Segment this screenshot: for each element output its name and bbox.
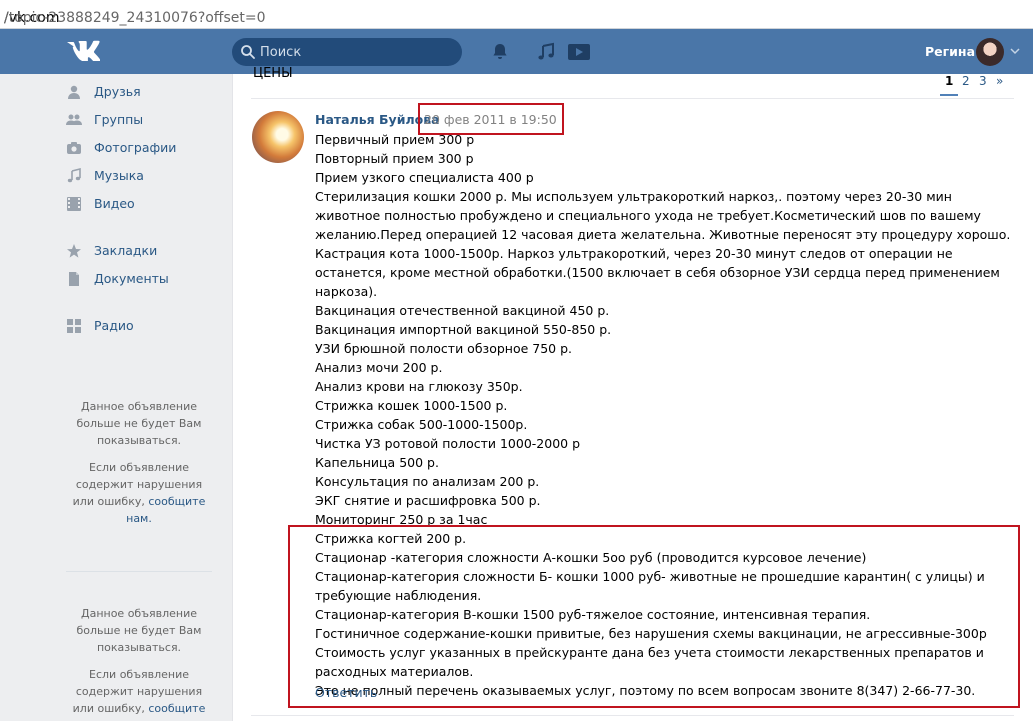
friends-icon <box>68 85 80 99</box>
post-line: УЗИ брюшной полости обзорное 750 р. <box>315 341 572 356</box>
post-date-link[interactable]: 20 фев 2011 в 19:50 <box>424 112 557 127</box>
bell-icon[interactable] <box>490 42 510 62</box>
post-line: Стационар -категория сложности А-кошки 5… <box>315 550 867 565</box>
post-line: Стрижка когтей 200 р. <box>315 531 467 546</box>
post-line: Стоимость услуг указанных в прейскуранте… <box>315 645 984 679</box>
reply-link[interactable]: Ответить <box>315 685 377 700</box>
left-sidebar: Друзья Группы Фотографии Музыка Видео За… <box>0 74 232 721</box>
post-line: Вакцинация импортной вакциной 550-850 р. <box>315 322 612 337</box>
vk-logo-icon[interactable] <box>66 39 100 61</box>
search-input[interactable] <box>260 42 450 62</box>
groups-icon <box>66 114 82 125</box>
active-page-underline <box>940 94 958 96</box>
post-line: Повторный прием 300 р <box>315 151 474 166</box>
site-header: Регина <box>0 29 1033 74</box>
report-link[interactable]: сообщите <box>148 702 205 715</box>
sidebar-divider <box>66 571 212 572</box>
post-line: Мониторинг 250 р за 1час <box>315 512 488 527</box>
post-line: Стрижка кошек 1000-1500 р. <box>315 398 508 413</box>
topic-title: ЦЕНЫ <box>253 66 293 81</box>
post-line: Кастрация кота 1000-1500р. Наркоз ультра… <box>315 246 1000 299</box>
post-line: Чистка УЗ ротовой полости 1000-2000 р <box>315 436 581 451</box>
topic-content: ЦЕНЫ 1 2 3 » Наталья Буйлова 20 фев 2011… <box>232 66 1033 721</box>
user-avatar <box>976 38 1004 66</box>
post-line: Стационар-категория В-кошки 1500 руб-тяж… <box>315 607 871 622</box>
ad-block: Данное объявление больше не будет Вам по… <box>72 400 206 525</box>
radio-icon <box>67 319 81 333</box>
camera-icon <box>67 142 81 154</box>
search-icon <box>241 45 255 59</box>
post-line: Это не полный перечень оказываемых услуг… <box>315 683 976 698</box>
post-line: Консультация по анализам 200 р. <box>315 474 540 489</box>
star-icon <box>67 244 81 258</box>
post-line: Стационар-категория сложности Б- кошки 1… <box>315 569 985 603</box>
post-line: ЭКГ снятие и расшифровка 500 р. <box>315 493 541 508</box>
page-link-3[interactable]: 3 <box>979 74 987 88</box>
ad-block: Данное объявление больше не будет Вам по… <box>72 607 206 715</box>
document-icon <box>69 272 79 286</box>
browser-url-bar[interactable]: /vk.com/topic-23888249_24310076?offset=0 <box>0 0 1033 29</box>
author-avatar[interactable] <box>252 111 304 163</box>
page-link-2[interactable]: 2 <box>962 74 970 88</box>
play-video-icon[interactable] <box>567 42 591 62</box>
music-note-icon[interactable] <box>536 42 556 62</box>
post-line: Стрижка собак 500-1000-1500р. <box>315 417 528 432</box>
post-line: Первичный прием 300 р <box>315 132 475 147</box>
post-text: Первичный прием 300 р Повторный прием 30… <box>315 130 1015 700</box>
post-line: Гостиничное содержание-кошки привитые, б… <box>315 626 987 641</box>
page-link-1[interactable]: 1 <box>945 74 953 88</box>
video-icon <box>67 197 81 211</box>
post-author-link[interactable]: Наталья Буйлова <box>315 112 440 127</box>
post-line: Анализ мочи 200 р. <box>315 360 443 375</box>
page-link-next[interactable]: » <box>996 74 1003 88</box>
post-line: Капельница 500 р. <box>315 455 439 470</box>
chevron-down-icon <box>1010 48 1020 55</box>
post-line: Анализ крови на глюкозу 350р. <box>315 379 523 394</box>
post-line: Вакцинация отечественной вакциной 450 р. <box>315 303 610 318</box>
separator <box>251 98 1014 99</box>
post-line: Прием узкого специалиста 400 р <box>315 170 534 185</box>
music-icon <box>67 168 81 183</box>
separator <box>251 715 1014 716</box>
search-box[interactable] <box>232 38 462 66</box>
user-name: Регина <box>925 44 975 59</box>
post-line: Стерилизация кошки 2000 р. Мы используем… <box>315 189 1011 242</box>
